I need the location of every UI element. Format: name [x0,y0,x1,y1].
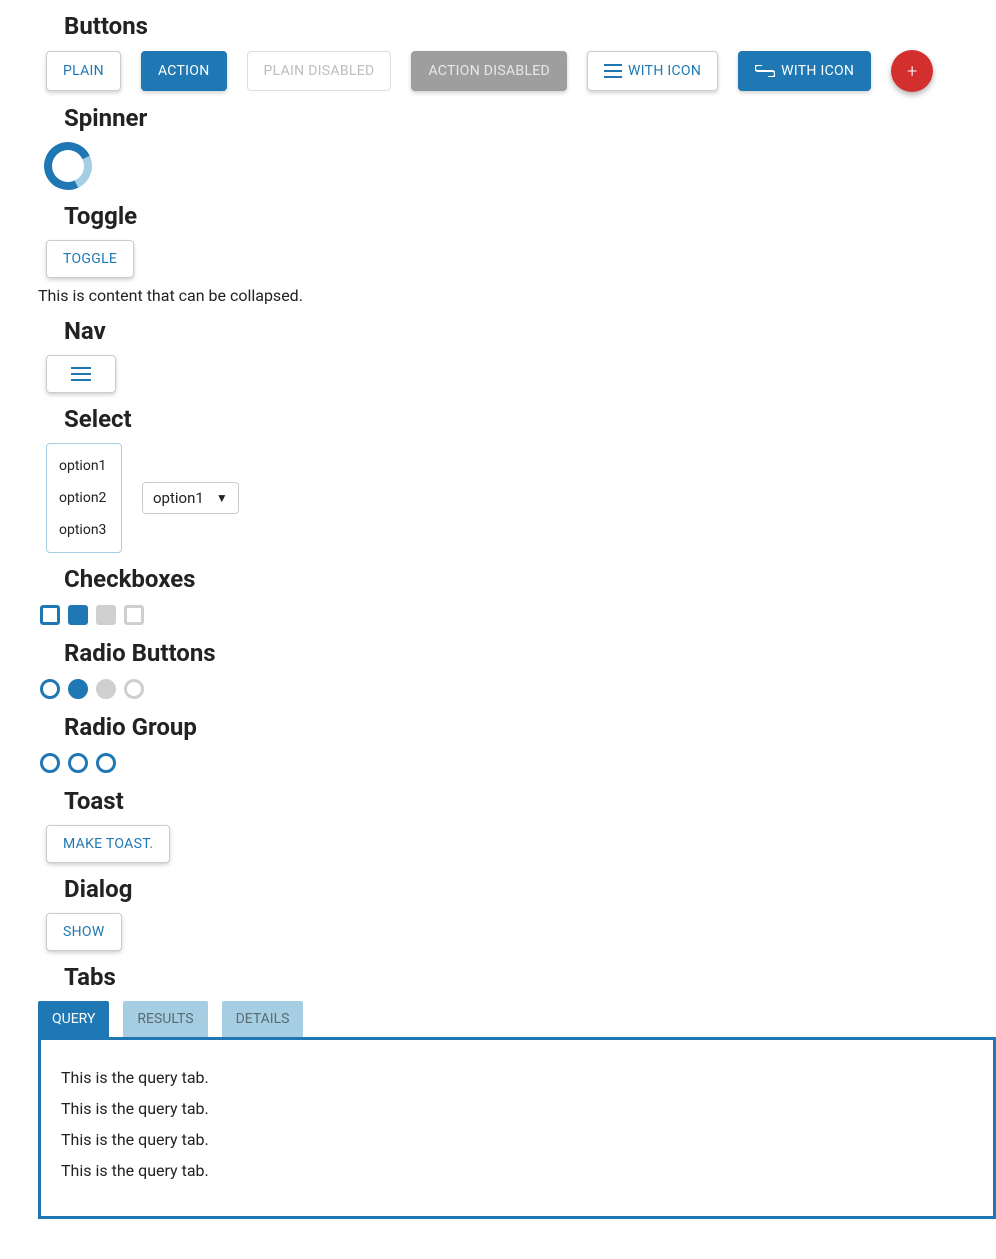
plain-disabled-button: PLAIN DISABLED [247,51,392,91]
tab-query-label: QUERY [52,1011,95,1027]
dropdown-value: option1 [153,489,204,507]
radio-group-2[interactable] [66,751,90,775]
tabs: QUERY RESULTS DETAILS This is the query … [38,1001,996,1219]
heading-radio-buttons: Radio Buttons [64,639,996,667]
radio-unchecked[interactable] [38,677,62,701]
fab-add-button[interactable]: + [891,50,933,92]
chevron-down-icon: ▼ [216,491,228,505]
radio-group [38,751,996,775]
heading-dialog: Dialog [64,875,996,903]
radio-disabled-checked [94,677,118,701]
heading-checkboxes: Checkboxes [64,565,996,593]
action-button-label: ACTION [158,63,210,79]
tab-details-label: DETAILS [236,1011,290,1027]
action-disabled-button: ACTION DISABLED [411,51,567,91]
radio-group-1[interactable] [38,751,62,775]
tab-line-1: This is the query tab. [61,1068,973,1087]
checkbox-row [38,603,996,627]
tab-details[interactable]: DETAILS [222,1001,304,1037]
radio-row [38,677,996,701]
plus-icon: + [907,61,917,82]
heading-tabs: Tabs [64,963,996,991]
checkbox-disabled-unchecked [122,603,146,627]
with-icon-2-label: WITH ICON [781,63,854,79]
listbox[interactable]: option1 option2 option3 [46,443,122,553]
plain-disabled-label: PLAIN DISABLED [264,63,375,79]
heading-toast: Toast [64,787,996,815]
make-toast-label: MAKE TOAST. [63,836,153,852]
heading-buttons: Buttons [64,12,996,40]
listbox-option-2[interactable]: option2 [47,482,121,514]
action-disabled-label: ACTION DISABLED [428,63,550,79]
plain-button[interactable]: PLAIN [46,51,121,91]
toggle-button[interactable]: TOGGLE [46,240,134,278]
heading-spinner: Spinner [64,104,996,132]
tab-results[interactable]: RESULTS [123,1001,207,1037]
radio-disabled-unchecked [122,677,146,701]
tab-panel: This is the query tab. This is the query… [38,1037,996,1219]
radio-checked[interactable] [66,677,90,701]
button-row: PLAIN ACTION PLAIN DISABLED ACTION DISAB… [46,50,996,92]
link-icon [755,65,775,77]
tab-line-4: This is the query tab. [61,1161,973,1180]
tab-query[interactable]: QUERY [38,1001,109,1037]
radio-group-3[interactable] [94,751,118,775]
hamburger-icon [71,367,91,381]
make-toast-button[interactable]: MAKE TOAST. [46,825,170,863]
with-icon-1-label: WITH ICON [628,63,701,79]
spinner [37,135,99,197]
heading-toggle: Toggle [64,202,996,230]
checkbox-disabled-checked [94,603,118,627]
dropdown[interactable]: option1 ▼ [142,482,239,514]
heading-nav: Nav [64,317,996,345]
tab-line-3: This is the query tab. [61,1130,973,1149]
select-row: option1 option2 option3 option1 ▼ [46,443,996,553]
listbox-option-1[interactable]: option1 [47,450,121,482]
nav-menu-button[interactable] [46,355,116,393]
show-dialog-button[interactable]: SHOW [46,913,122,951]
checkbox-checked[interactable] [66,603,90,627]
plain-button-label: PLAIN [63,63,104,79]
toggle-button-label: TOGGLE [63,251,117,267]
show-dialog-label: SHOW [63,924,105,940]
toggle-content: This is content that can be collapsed. [38,286,996,305]
listbox-option-3[interactable]: option3 [47,514,121,546]
checkbox-unchecked[interactable] [38,603,62,627]
with-icon-button-1[interactable]: WITH ICON [587,51,718,91]
heading-select: Select [64,405,996,433]
tabbar: QUERY RESULTS DETAILS [38,1001,996,1037]
tab-results-label: RESULTS [137,1011,193,1027]
heading-radio-group: Radio Group [64,713,996,741]
menu-icon [604,64,622,78]
action-button[interactable]: ACTION [141,51,227,91]
tab-line-2: This is the query tab. [61,1099,973,1118]
with-icon-button-2[interactable]: WITH ICON [738,51,871,91]
